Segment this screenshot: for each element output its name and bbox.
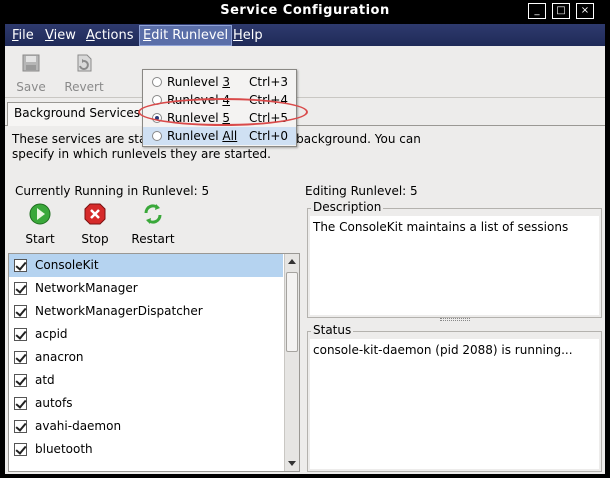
service-checkbox[interactable]: [14, 282, 27, 295]
description-box: The ConsoleKit maintains a list of sessi…: [310, 216, 599, 315]
service-checkbox[interactable]: [14, 328, 27, 341]
save-label: Save: [16, 80, 46, 94]
title-bar[interactable]: Service Configuration _ □ ×: [0, 0, 610, 24]
service-checkbox[interactable]: [14, 443, 27, 456]
service-row[interactable]: NetworkManagerDispatcher: [9, 300, 283, 323]
service-name: NetworkManager: [35, 281, 138, 295]
scroll-thumb[interactable]: [286, 272, 298, 352]
stop-icon: [84, 203, 106, 225]
scroll-down-icon[interactable]: [288, 461, 296, 466]
service-checkbox[interactable]: [14, 259, 27, 272]
menu-view[interactable]: View: [42, 27, 79, 44]
service-row[interactable]: atd: [9, 369, 283, 392]
highlight-ellipse: [138, 98, 308, 126]
service-name: atd: [35, 373, 55, 387]
service-name: avahi-daemon: [35, 419, 122, 433]
radio-icon: [152, 131, 162, 141]
menu-item-runlevel-3[interactable]: Runlevel 3 Ctrl+3: [143, 73, 296, 91]
radio-icon: [152, 77, 162, 87]
service-name: NetworkManagerDispatcher: [35, 304, 203, 318]
menu-help[interactable]: Help: [230, 27, 266, 44]
status-text: console-kit-daemon (pid 2088) is running…: [313, 343, 573, 357]
start-label: Start: [25, 232, 55, 246]
description-frame-label: Description: [311, 200, 384, 214]
restart-button[interactable]: Restart: [126, 202, 180, 246]
service-row[interactable]: avahi-daemon: [9, 415, 283, 438]
menu-item-label: Runlevel 3: [167, 75, 230, 89]
service-row[interactable]: acpid: [9, 323, 283, 346]
menu-item-shortcut: Ctrl+0: [249, 129, 289, 143]
maximize-icon[interactable]: □: [552, 3, 570, 19]
service-row[interactable]: anacron: [9, 346, 283, 369]
service-name: autofs: [35, 396, 73, 410]
stop-button[interactable]: Stop: [74, 202, 116, 246]
revert-button[interactable]: Revert: [60, 50, 108, 94]
menu-file[interactable]: File: [9, 27, 37, 44]
menu-edit-runlevel[interactable]: Edit Runlevel: [139, 25, 233, 46]
service-name: acpid: [35, 327, 68, 341]
service-checkbox[interactable]: [14, 420, 27, 433]
client-area: File View Actions Edit Runlevel Help Sav…: [5, 24, 605, 474]
service-list-scrollbar[interactable]: [284, 254, 299, 471]
menubar: File View Actions Edit Runlevel Help: [5, 24, 605, 46]
status-frame-label: Status: [311, 323, 354, 337]
app-window: Service Configuration _ □ × File View Ac…: [0, 0, 610, 478]
service-toolbar: Start Stop Restart: [8, 200, 301, 252]
menu-item-shortcut: Ctrl+3: [249, 75, 289, 89]
start-button[interactable]: Start: [18, 202, 62, 246]
restart-label: Restart: [131, 232, 175, 246]
save-button[interactable]: Save: [7, 50, 55, 94]
main-toolbar: Save Revert: [5, 46, 605, 98]
pane-handle[interactable]: [440, 318, 470, 321]
editing-runlevel-label: Editing Runlevel: 5: [305, 184, 418, 198]
service-row[interactable]: NetworkManager: [9, 277, 283, 300]
scroll-up-icon[interactable]: [288, 259, 296, 264]
service-name: ConsoleKit: [35, 258, 99, 272]
restart-icon: [144, 204, 162, 224]
close-icon[interactable]: ×: [576, 3, 594, 19]
menu-item-label: Runlevel All: [167, 129, 238, 143]
service-name: anacron: [35, 350, 84, 364]
service-row[interactable]: autofs: [9, 392, 283, 415]
service-checkbox[interactable]: [14, 374, 27, 387]
service-checkbox[interactable]: [14, 305, 27, 318]
service-list[interactable]: ConsoleKit NetworkManager NetworkManagerDi…: [9, 254, 283, 471]
tab-background-services[interactable]: Background Services: [7, 102, 148, 126]
currently-running-label: Currently Running in Runlevel: 5: [15, 184, 210, 198]
window-title: Service Configuration: [220, 3, 390, 18]
service-list-container: ConsoleKit NetworkManager NetworkManagerDi…: [8, 253, 300, 472]
service-checkbox[interactable]: [14, 397, 27, 410]
service-name: bluetooth: [35, 442, 93, 456]
play-icon: [29, 203, 51, 225]
service-row[interactable]: ConsoleKit: [9, 254, 283, 277]
status-frame: Status console-kit-daemon (pid 2088) is …: [307, 323, 602, 472]
save-icon: [22, 54, 40, 72]
service-row[interactable]: bluetooth: [9, 438, 283, 461]
description-frame: Description The ConsoleKit maintains a l…: [307, 200, 602, 318]
stop-label: Stop: [81, 232, 109, 246]
menu-actions[interactable]: Actions: [83, 27, 137, 44]
menu-item-runlevel-all[interactable]: Runlevel All Ctrl+0: [143, 127, 296, 145]
description-text: The ConsoleKit maintains a list of sessi…: [313, 220, 569, 234]
service-checkbox[interactable]: [14, 351, 27, 364]
status-box: console-kit-daemon (pid 2088) is running…: [310, 339, 599, 469]
revert-icon: [77, 54, 92, 72]
minimize-icon[interactable]: _: [528, 3, 546, 19]
revert-label: Revert: [64, 80, 104, 94]
